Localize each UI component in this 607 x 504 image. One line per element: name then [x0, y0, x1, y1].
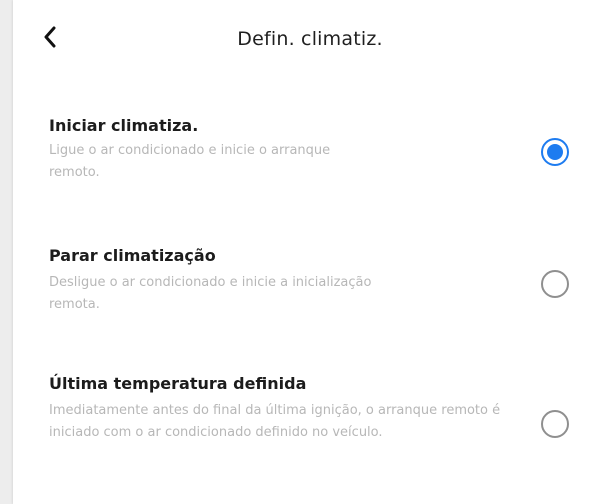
option-title: Última temperatura definida: [49, 374, 307, 393]
option-description: Desligue o ar condicionado e inicie a in…: [49, 275, 372, 312]
option-title: Iniciar climatiza.: [49, 116, 199, 135]
option-start-climate[interactable]: Iniciar climatiza. Ligue o ar condiciona…: [13, 100, 607, 200]
option-last-temperature[interactable]: Última temperatura definida Imediatament…: [13, 362, 607, 492]
climate-settings-screen: Defin. climatiz. Iniciar climatiza. Ligu…: [13, 0, 607, 504]
header: Defin. climatiz.: [13, 0, 607, 82]
radio-button-selected[interactable]: [541, 138, 569, 166]
option-stop-climate[interactable]: Parar climatização Desligue o ar condici…: [13, 232, 607, 332]
radio-button[interactable]: [541, 270, 569, 298]
option-description: Imediatamente antes do final da última i…: [49, 403, 501, 440]
radio-button[interactable]: [541, 410, 569, 438]
option-description: Ligue o ar condicionado e inicie o arran…: [49, 143, 331, 180]
page-title: Defin. climatiz.: [237, 28, 383, 50]
option-title: Parar climatização: [49, 246, 216, 265]
